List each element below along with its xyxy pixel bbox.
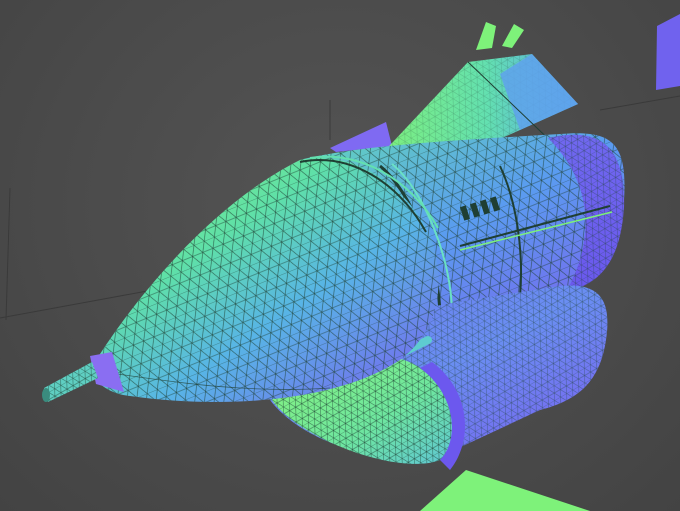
- 3d-viewport[interactable]: [0, 0, 680, 511]
- background-prop-top-right: [656, 14, 680, 90]
- background-prop-bottom: [420, 470, 590, 511]
- viewport-canvas[interactable]: [0, 0, 680, 511]
- nose-tip-probe[interactable]: [42, 352, 124, 402]
- nose-cone[interactable]: [89, 155, 439, 402]
